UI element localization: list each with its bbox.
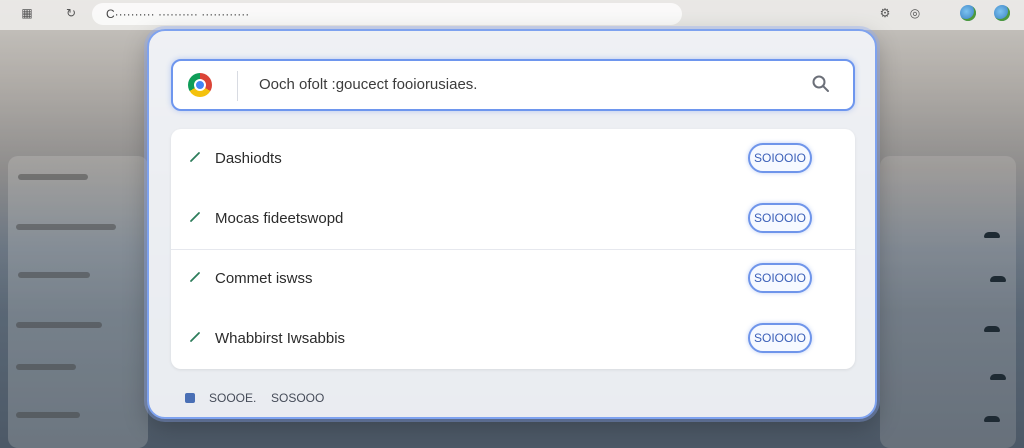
item-label: Commet iswss xyxy=(215,270,313,287)
search-bar[interactable]: Ooch ofolt :goucect fooiorusiaes. xyxy=(171,59,855,111)
extension-icon[interactable]: ⚙ xyxy=(878,6,892,20)
search-input[interactable]: Ooch ofolt :goucect fooiorusiaes. xyxy=(259,76,477,93)
item-action-button[interactable]: SOIOOIO xyxy=(748,143,812,173)
pencil-icon xyxy=(190,272,200,282)
boat-icon xyxy=(984,232,1000,238)
item-action-button[interactable]: SOIOOIO xyxy=(748,203,812,233)
footer-link-left[interactable]: SOOOE. xyxy=(209,391,256,405)
search-dialog: Ooch ofolt :goucect fooiorusiaes. Dashio… xyxy=(147,29,877,419)
pencil-icon xyxy=(190,332,200,342)
address-bar[interactable]: C·········· ·········· ············ xyxy=(92,3,682,25)
list-item[interactable]: Whabbirst Iwsabbis SOIOOIO xyxy=(171,309,855,369)
chrome-logo-icon xyxy=(188,73,212,97)
address-text: C·········· ·········· ············ xyxy=(106,7,250,21)
item-label: Whabbirst Iwsabbis xyxy=(215,330,346,347)
world-icon[interactable] xyxy=(994,5,1010,21)
background-panel-right xyxy=(880,156,1016,448)
pencil-icon xyxy=(190,152,200,162)
app-menu-icon[interactable]: ▦ xyxy=(20,6,34,20)
pencil-icon xyxy=(190,212,200,222)
results-list: Dashiodts SOIOOIO Mocas fideetswopd SOIO… xyxy=(171,129,855,369)
list-item[interactable]: Commet iswss SOIOOIO xyxy=(171,249,855,309)
profile-icon[interactable]: ◎ xyxy=(908,6,922,20)
item-label: Mocas fideetswopd xyxy=(215,210,344,227)
boat-icon xyxy=(990,374,1006,380)
browser-toolbar: ▦ ↻ C·········· ·········· ············ … xyxy=(0,0,1024,30)
list-item[interactable]: Mocas fideetswopd SOIOOIO xyxy=(171,189,855,250)
item-label: Dashiodts xyxy=(215,150,282,167)
boat-icon xyxy=(990,276,1006,282)
list-item[interactable]: Dashiodts SOIOOIO xyxy=(171,129,855,189)
background-panel-left xyxy=(8,156,148,448)
globe-icon[interactable] xyxy=(960,5,976,21)
item-action-button[interactable]: SOIOOIO xyxy=(748,263,812,293)
boat-icon xyxy=(984,416,1000,422)
search-icon[interactable] xyxy=(811,74,831,94)
divider xyxy=(237,71,238,101)
item-action-button[interactable]: SOIOOIO xyxy=(748,323,812,353)
reload-icon[interactable]: ↻ xyxy=(64,6,78,20)
footer-link-right[interactable]: SOSOOO xyxy=(271,391,324,405)
info-icon xyxy=(185,393,195,403)
boat-icon xyxy=(984,326,1000,332)
